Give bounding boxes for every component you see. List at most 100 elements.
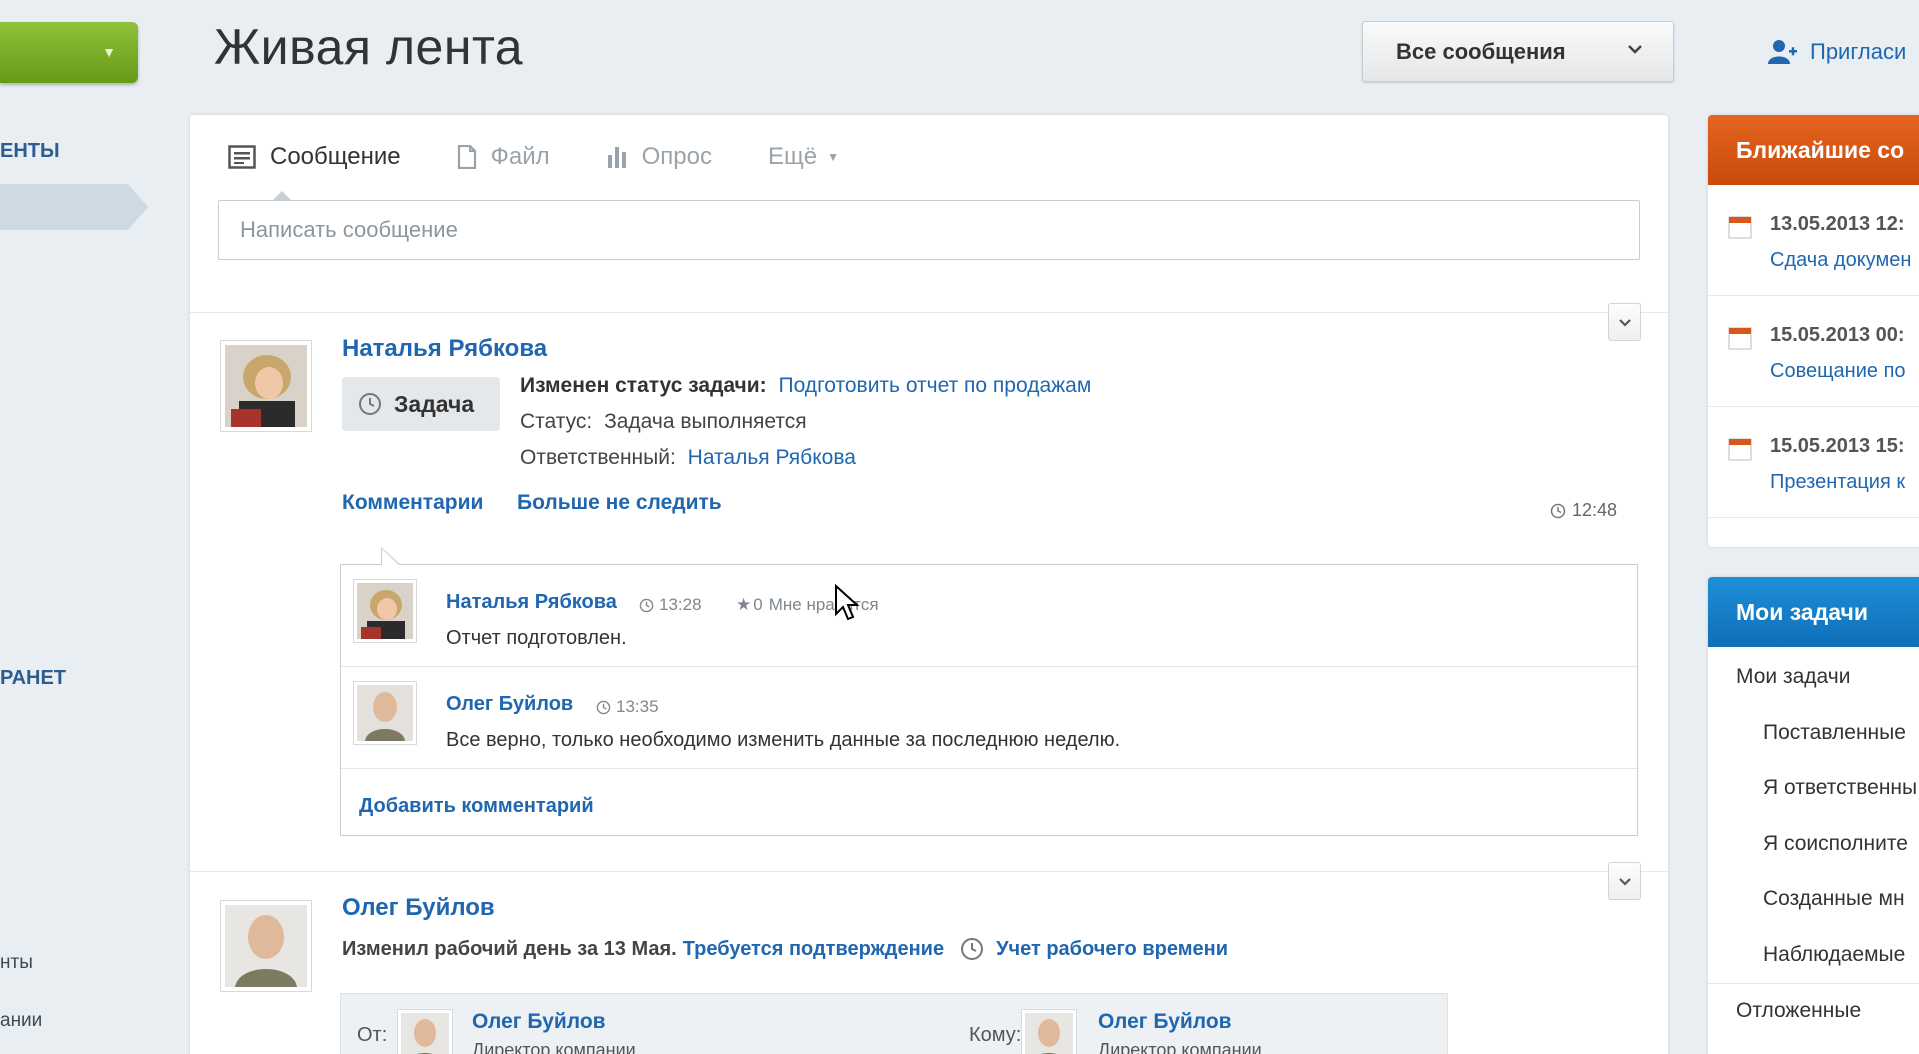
task-filter-item[interactable]: Наблюдаемые: [1763, 943, 1905, 967]
expand-post-button[interactable]: [1608, 303, 1641, 341]
caret-down-icon: ▼: [827, 150, 839, 164]
status-value: Задача выполняется: [604, 410, 807, 433]
message-input[interactable]: Написать сообщение: [218, 200, 1640, 260]
comment-time-value: 13:28: [659, 595, 702, 614]
responsible-label: Ответственный:: [520, 446, 676, 469]
task-filter-item[interactable]: Поставленные: [1763, 721, 1906, 745]
caret-down-icon: ▼: [102, 44, 116, 60]
expand-post-button[interactable]: [1608, 862, 1641, 900]
add-comment-link[interactable]: Добавить комментарий: [359, 795, 594, 818]
comment-time: 13:28: [639, 595, 702, 615]
workday-box: От: Олег Буйлов Директор компании Кому: …: [340, 993, 1448, 1054]
composer-tabs: Сообщение Файл Опрос Ещё ▼: [228, 139, 895, 175]
page-title: Живая лента: [214, 19, 524, 75]
comments-block: Наталья Рябкова 13:28 ★ 0 Мне нравится О…: [340, 547, 1638, 836]
event-date: 15.05.2013 00:: [1770, 324, 1905, 346]
left-sidebar: ▼ ЕНТЫ РАНЕТ нты ании: [0, 0, 150, 1054]
event-item[interactable]: 13.05.2013 12: Сдача докумен: [1708, 185, 1919, 296]
avatar[interactable]: [397, 1009, 453, 1054]
from-name[interactable]: Олег Буйлов: [472, 1010, 606, 1034]
event-item[interactable]: 15.05.2013 00: Совещание по: [1708, 296, 1919, 407]
poll-icon: [607, 147, 626, 168]
status-change-label: Изменен статус задачи:: [520, 374, 767, 397]
clock-icon: [359, 393, 381, 415]
tasks-widget: Мои задачи Мои задачи Поставленные Я отв…: [1708, 577, 1919, 1054]
post-author[interactable]: Олег Буйлов: [342, 894, 495, 922]
sidebar-item-company[interactable]: ании: [0, 1010, 42, 1032]
avatar[interactable]: [1021, 1009, 1077, 1054]
comments-link[interactable]: Комментарии: [342, 491, 483, 515]
divider: [190, 871, 1668, 872]
post-time: 12:48: [1550, 500, 1617, 521]
event-item[interactable]: 15.05.2013 15: Презентация к: [1708, 407, 1919, 518]
invite-link[interactable]: Пригласи: [1768, 38, 1906, 66]
post-author[interactable]: Наталья Рябкова: [342, 335, 547, 363]
comment-time: 13:35: [596, 697, 659, 717]
calendar-icon: [1728, 327, 1752, 350]
avatar[interactable]: [353, 579, 417, 643]
comment-text: Отчет подготовлен.: [446, 627, 627, 649]
event-title[interactable]: Сдача докумен: [1770, 249, 1911, 272]
comment-author[interactable]: Олег Буйлов: [446, 693, 573, 716]
star-icon: ★: [736, 595, 752, 614]
live-feed: Сообщение Файл Опрос Ещё ▼ Написать сооб…: [190, 115, 1668, 1054]
to-name[interactable]: Олег Буйлов: [1098, 1010, 1232, 1034]
sidebar-item-intranet[interactable]: РАНЕТ: [0, 667, 66, 690]
chevron-down-icon: [1618, 319, 1631, 327]
tab-more[interactable]: Ещё ▼: [768, 143, 839, 171]
task-filter-item[interactable]: Созданные мн: [1763, 887, 1905, 911]
responsible-link[interactable]: Наталья Рябкова: [688, 446, 856, 469]
events-widget-title[interactable]: Ближайшие со: [1708, 115, 1919, 185]
task-filter-item[interactable]: Мои задачи: [1736, 665, 1850, 689]
clock-icon: [960, 937, 984, 961]
sidebar-item-documents[interactable]: нты: [0, 952, 33, 974]
event-date: 13.05.2013 12:: [1770, 213, 1905, 235]
workday-line: Изменил рабочий день за 13 Мая. Требуетс…: [342, 937, 1228, 961]
to-label: Кому:: [969, 1024, 1022, 1046]
chevron-down-icon: [1618, 878, 1631, 886]
event-title[interactable]: Совещание по: [1770, 360, 1906, 383]
mouse-cursor-icon: [835, 584, 860, 621]
calendar-icon: [1728, 216, 1752, 239]
task-link[interactable]: Подготовить отчет по продажам: [779, 374, 1092, 397]
workday-text: Изменил рабочий день за 13 Мая.: [342, 937, 677, 960]
comment-author[interactable]: Наталья Рябкова: [446, 591, 617, 614]
tasks-widget-title[interactable]: Мои задачи: [1708, 577, 1919, 647]
chevron-down-icon: [1628, 45, 1642, 54]
tab-poll[interactable]: Опрос: [606, 143, 712, 171]
avatar[interactable]: [220, 900, 312, 992]
divider: [190, 312, 1668, 313]
worktime-link[interactable]: Учет рабочего времени: [996, 938, 1228, 961]
filter-dropdown[interactable]: Все сообщения: [1362, 21, 1674, 82]
status-label: Статус:: [520, 410, 593, 433]
divider: [1708, 983, 1919, 984]
message-icon: [228, 145, 256, 169]
task-badge-label: Задача: [394, 390, 475, 417]
add-user-icon: [1768, 40, 1797, 64]
confirm-link[interactable]: Требуется подтверждение: [683, 938, 944, 961]
avatar[interactable]: [220, 340, 312, 432]
task-filter-item[interactable]: Я соисполните: [1763, 832, 1908, 856]
comments-pointer: [381, 547, 401, 565]
tab-more-label: Ещё: [767, 143, 818, 170]
to-position: Директор компании: [1098, 1040, 1262, 1054]
tab-file[interactable]: Файл: [457, 143, 550, 171]
tab-message-label: Сообщение: [270, 143, 401, 170]
sidebar-active-item[interactable]: [0, 184, 148, 230]
event-title[interactable]: Презентация к: [1770, 471, 1905, 494]
avatar[interactable]: [353, 681, 417, 745]
task-filter-item[interactable]: Я ответственны: [1763, 776, 1917, 800]
unfollow-link[interactable]: Больше не следить: [517, 491, 722, 515]
tab-file-label: Файл: [490, 143, 550, 170]
tab-poll-label: Опрос: [641, 143, 712, 170]
responsible-line: Ответственный: Наталья Рябкова: [520, 446, 856, 470]
file-icon: [457, 145, 476, 169]
create-button[interactable]: ▼: [0, 22, 138, 83]
task-filter-item[interactable]: Отложенные: [1736, 999, 1861, 1023]
comment: Наталья Рябкова 13:28 ★ 0 Мне нравится О…: [341, 565, 1637, 667]
sidebar-item-events[interactable]: ЕНТЫ: [0, 140, 60, 163]
tab-message[interactable]: Сообщение: [228, 143, 401, 171]
invite-label: Пригласи: [1810, 39, 1907, 64]
comment: Олег Буйлов 13:35 Все верно, только необ…: [341, 667, 1637, 769]
event-date: 15.05.2013 15:: [1770, 435, 1905, 457]
